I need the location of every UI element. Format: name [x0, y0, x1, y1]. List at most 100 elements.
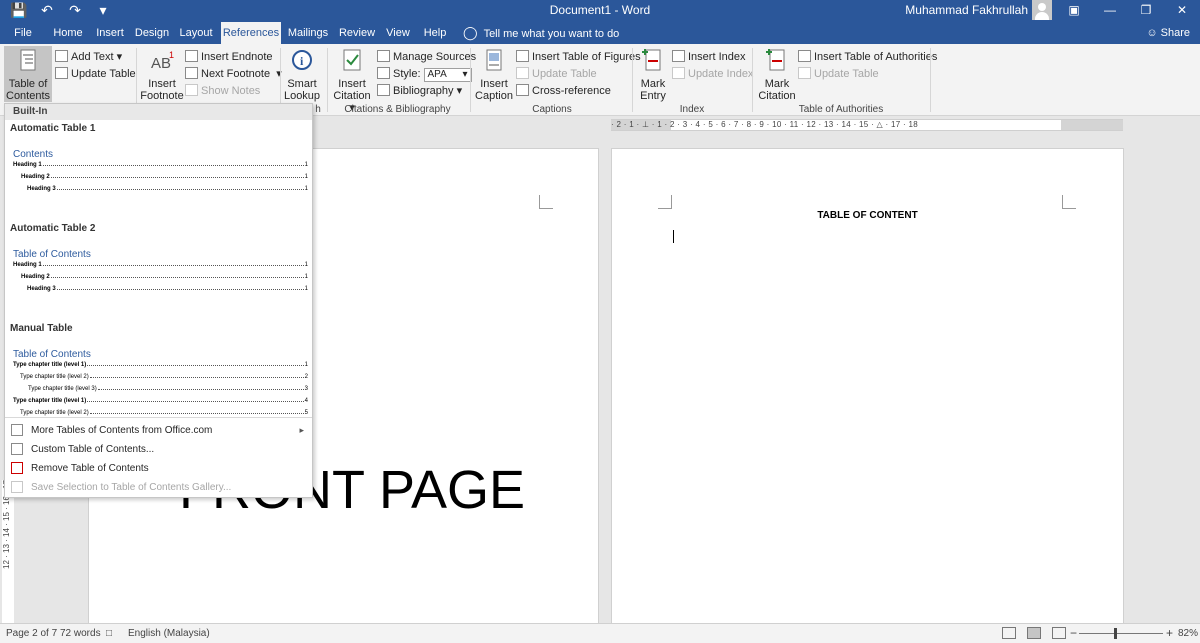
authorities-group-label: Table of Authorities [798, 104, 884, 115]
insert-caption-button[interactable]: Insert Caption [474, 48, 514, 102]
tab-mailings[interactable]: Mailings [286, 22, 330, 44]
tab-help[interactable]: Help [420, 22, 450, 44]
insert-table-of-authorities-button[interactable]: Insert Table of Authorities [798, 49, 937, 65]
save-selection-label: Save Selection to Table of Contents Gall… [31, 482, 232, 493]
tab-home[interactable]: Home [50, 22, 86, 44]
next-footnote-icon [185, 67, 198, 79]
language-indicator[interactable]: English (Malaysia) [128, 628, 210, 639]
remove-toc-icon [11, 462, 23, 474]
horizontal-ruler[interactable]: · 2 · 1 · ⊥ · 1 · 2 · 3 · 4 · 5 · 6 · 7 … [611, 119, 1123, 131]
remove-table-label: Remove Table of Contents [31, 463, 149, 474]
toc-preview-line: Heading 11 [13, 162, 308, 168]
update-figures-table-button[interactable]: Update Table [516, 66, 597, 82]
insert-index-label: Insert Index [688, 51, 746, 63]
mark-citation-label-1: Mark [764, 78, 790, 90]
toc-button-label-1: Table of [8, 78, 48, 90]
menu-separator [5, 417, 312, 418]
close-icon[interactable]: ✕ [1164, 0, 1200, 22]
zoom-level[interactable]: 82% [1178, 628, 1198, 639]
read-mode-icon[interactable] [1002, 627, 1016, 639]
gallery-item-heading: Table of Contents [13, 349, 91, 360]
zoom-slider-thumb[interactable] [1114, 628, 1117, 639]
tab-references[interactable]: References [221, 22, 281, 44]
print-layout-icon[interactable] [1027, 627, 1041, 639]
toc-preview-line: Type chapter title (level 3) 3 [28, 386, 308, 392]
crop-mark [539, 195, 553, 209]
custom-table-of-contents-item[interactable]: Custom Table of Contents... [5, 440, 312, 459]
toc-preview-line: Type chapter title (level 2) 2 [20, 374, 308, 380]
toc-preview-line: Type chapter title (level 2) 5 [20, 410, 308, 416]
insert-index-button[interactable]: Insert Index [672, 49, 745, 65]
office-com-icon [11, 424, 23, 436]
save-selection-to-gallery-item[interactable]: Save Selection to Table of Contents Gall… [5, 478, 312, 497]
share-label: Share [1160, 27, 1190, 39]
insert-table-of-figures-button[interactable]: Insert Table of Figures [516, 49, 641, 65]
user-name[interactable]: Muhammad Fakhrullah [905, 3, 1028, 17]
update-authorities-table-button[interactable]: Update Table [798, 66, 879, 82]
insert-table-of-figures-label: Insert Table of Figures [532, 51, 641, 63]
tab-insert[interactable]: Insert [92, 22, 128, 44]
tab-file[interactable]: File [6, 22, 40, 44]
vertical-ruler-scale: 12 · 13 · 14 · 15 · 16 · 17 [2, 480, 11, 569]
update-toc-button[interactable]: Update Table [55, 66, 136, 82]
vertical-ruler[interactable]: 12 · 13 · 14 · 15 · 16 · 17 [2, 480, 14, 626]
toc-gallery: Automatic Table 1 Contents Heading 11 He… [5, 120, 312, 416]
avatar[interactable] [1032, 0, 1052, 20]
tab-layout[interactable]: Layout [176, 22, 216, 44]
next-footnote-button[interactable]: Next Footnote ▾ [185, 66, 282, 82]
share-button[interactable]: ☺ Share [1146, 22, 1190, 44]
zoom-in-button[interactable]: + [1166, 626, 1173, 640]
page-count[interactable]: Page 2 of 7 [6, 628, 57, 639]
tab-view[interactable]: View [383, 22, 413, 44]
cross-reference-button[interactable]: Cross-reference [516, 83, 611, 99]
mark-citation-button[interactable]: Mark Citation [756, 48, 798, 102]
window-controls: ▣ — ❐ ✕ [1056, 0, 1200, 22]
web-layout-icon[interactable] [1052, 627, 1066, 639]
chevron-down-icon: ▾ [462, 69, 468, 80]
insert-table-of-authorities-label: Insert Table of Authorities [814, 51, 938, 63]
insert-footnote-label-1: Insert [148, 78, 176, 90]
ribbon-tab-bar: File Home Insert Design Layout Reference… [0, 22, 1200, 44]
save-to-gallery-icon [11, 481, 23, 493]
insert-endnote-button[interactable]: Insert Endnote [185, 49, 273, 65]
smart-lookup-button[interactable]: i Smart Lookup [282, 48, 322, 102]
remove-table-of-contents-item[interactable]: Remove Table of Contents [5, 459, 312, 478]
citation-style-selector[interactable]: Style: APA ▾ [377, 66, 472, 82]
update-index-button[interactable]: Update Index [672, 66, 753, 82]
bibliography-button[interactable]: Bibliography ▾ [377, 83, 462, 99]
toc-page-title: TABLE OF CONTENT [817, 210, 918, 221]
document-page-toc[interactable]: TABLE OF CONTENT [611, 148, 1124, 628]
show-notes-label: Show Notes [201, 85, 261, 97]
ribbon-display-options-icon[interactable]: ▣ [1056, 0, 1092, 22]
toc-preview-line: Type chapter title (level 1) 1 [13, 362, 308, 368]
restore-icon[interactable]: ❐ [1128, 0, 1164, 22]
zoom-out-button[interactable]: − [1070, 626, 1077, 640]
insert-caption-icon [479, 48, 509, 74]
footnote-icon: AB 1 [147, 48, 177, 74]
proofing-icon[interactable]: □ [106, 628, 112, 639]
insert-footnote-button[interactable]: AB 1 Insert Footnote [140, 48, 184, 102]
style-dropdown[interactable]: APA ▾ [423, 68, 472, 82]
endnote-icon [185, 50, 198, 62]
tell-me-search[interactable]: ◯ Tell me what you want to do [463, 22, 619, 44]
more-tables-of-contents-item[interactable]: More Tables of Contents from Office.com … [5, 421, 312, 440]
tab-review[interactable]: Review [337, 22, 377, 44]
title-bar: 💾 ↶ ↷ ▾ Document1 - Word Muhammad Fakhru… [0, 0, 1200, 22]
add-text-button[interactable]: Add Text ▾ [55, 49, 122, 65]
add-text-label: Add Text [71, 51, 114, 63]
tab-design[interactable]: Design [134, 22, 170, 44]
show-notes-button[interactable]: Show Notes [185, 83, 260, 99]
next-footnote-label: Next Footnote [201, 68, 271, 80]
gallery-item-automatic-table-1[interactable]: Automatic Table 1 Contents Heading 11 He… [5, 120, 312, 218]
gallery-item-manual-table[interactable]: Manual Table Table of Contents Type chap… [5, 320, 312, 416]
word-count[interactable]: 72 words [60, 628, 101, 639]
mark-entry-button[interactable]: Mark Entry [636, 48, 670, 102]
add-text-icon [55, 50, 68, 62]
minimize-icon[interactable]: — [1092, 0, 1128, 22]
update-table-icon [55, 67, 68, 79]
toc-preview-line: Heading 11 [13, 262, 308, 268]
gallery-item-automatic-table-2[interactable]: Automatic Table 2 Table of Contents Head… [5, 220, 312, 318]
tell-me-label: Tell me what you want to do [483, 28, 620, 40]
zoom-slider[interactable] [1079, 633, 1163, 634]
manage-sources-button[interactable]: Manage Sources [377, 49, 476, 65]
